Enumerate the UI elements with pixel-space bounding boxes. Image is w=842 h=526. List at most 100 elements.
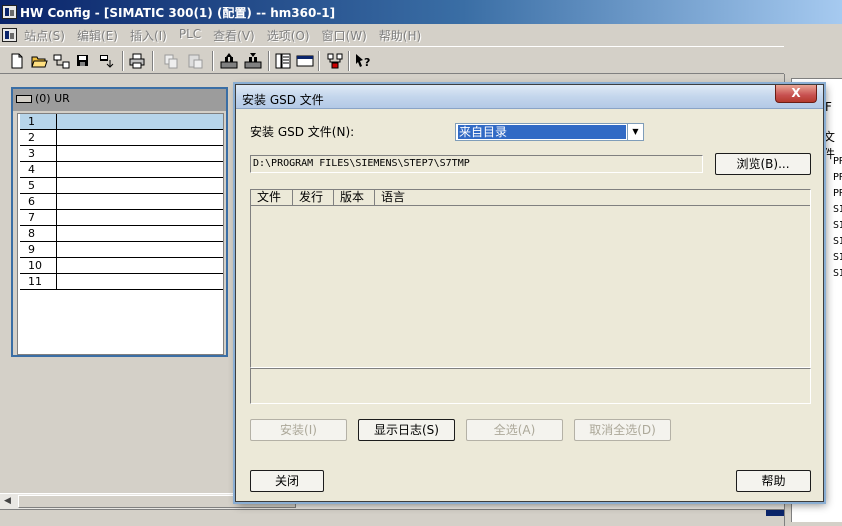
slot-number: 10 bbox=[28, 259, 42, 272]
chevron-down-icon[interactable]: ▼ bbox=[627, 124, 643, 140]
install-gsd-dialog: 安装 GSD 文件 X 安装 GSD 文件(N): 来自目录 ▼ D:\PROG… bbox=[235, 84, 824, 502]
download-module-icon[interactable] bbox=[244, 52, 262, 70]
slot-divider bbox=[56, 210, 57, 226]
app-icon bbox=[2, 5, 17, 19]
file-list-header: 文件 发行 版本 语言 bbox=[251, 190, 810, 206]
slot-number: 9 bbox=[28, 243, 35, 256]
slot-divider bbox=[56, 274, 57, 290]
slot-divider bbox=[56, 178, 57, 194]
catalog-item[interactable]: PR bbox=[833, 156, 842, 167]
catalog-icon[interactable] bbox=[274, 52, 292, 70]
rack-slot[interactable]: 8 bbox=[20, 226, 223, 242]
slot-divider bbox=[56, 146, 57, 162]
paste-icon[interactable] bbox=[186, 52, 204, 70]
dialog-title: 安装 GSD 文件 bbox=[242, 93, 324, 107]
log-area bbox=[250, 368, 811, 404]
slot-number: 6 bbox=[28, 195, 35, 208]
install-button[interactable]: 安装(I) bbox=[250, 419, 347, 441]
catalog-item[interactable]: PR bbox=[833, 172, 842, 183]
save-compile-icon[interactable] bbox=[74, 52, 92, 70]
dialog-title-bar[interactable]: 安装 GSD 文件 bbox=[236, 85, 823, 109]
monitor-icon[interactable] bbox=[296, 52, 314, 70]
download-icon[interactable] bbox=[98, 52, 116, 70]
menu-view[interactable]: 查看(V) bbox=[213, 27, 255, 44]
slot-number: 4 bbox=[28, 163, 35, 176]
slot-number: 2 bbox=[28, 131, 35, 144]
slot-divider bbox=[56, 194, 57, 210]
save-icon[interactable] bbox=[52, 52, 70, 70]
slot-divider bbox=[56, 162, 57, 178]
status-bar bbox=[0, 509, 784, 526]
catalog-item[interactable]: SI bbox=[833, 252, 842, 263]
copy-icon[interactable] bbox=[162, 52, 180, 70]
source-selected-value: 来自目录 bbox=[458, 125, 626, 139]
slot-number: 5 bbox=[28, 179, 35, 192]
rack-slot[interactable]: 9 bbox=[20, 242, 223, 258]
slot-divider bbox=[56, 226, 57, 242]
close-button[interactable]: 关闭 bbox=[250, 470, 324, 492]
rack-slot[interactable]: 4 bbox=[20, 162, 223, 178]
toolbar: ? bbox=[0, 46, 784, 74]
catalog-item[interactable]: SI bbox=[833, 268, 842, 279]
rack-header[interactable]: (0) UR bbox=[13, 89, 226, 111]
status-indicator bbox=[766, 510, 784, 516]
help-context-icon[interactable]: ? bbox=[354, 52, 372, 70]
install-source-label: 安装 GSD 文件(N): bbox=[250, 125, 355, 139]
source-select[interactable]: 来自目录 ▼ bbox=[455, 123, 644, 141]
menu-insert[interactable]: 插入(I) bbox=[130, 27, 167, 44]
rack-slot[interactable]: 3 bbox=[20, 146, 223, 162]
toolbar-separator bbox=[122, 51, 124, 71]
rack-slot[interactable]: 2 bbox=[20, 130, 223, 146]
open-icon[interactable] bbox=[30, 52, 48, 70]
menu-help[interactable]: 帮助(H) bbox=[379, 27, 421, 44]
print-icon[interactable] bbox=[128, 52, 146, 70]
menu-edit[interactable]: 编辑(E) bbox=[77, 27, 118, 44]
menu-window[interactable]: 窗口(W) bbox=[322, 27, 367, 44]
slot-divider bbox=[56, 130, 57, 146]
network-icon[interactable] bbox=[326, 52, 344, 70]
new-icon[interactable] bbox=[8, 52, 26, 70]
rack-slot[interactable]: 5 bbox=[20, 178, 223, 194]
select-all-button[interactable]: 全选(A) bbox=[466, 419, 563, 441]
window-title: HW Config - [SIMATIC 300(1) (配置) -- hm36… bbox=[20, 6, 336, 20]
close-icon[interactable]: X bbox=[775, 85, 817, 103]
scroll-left-icon[interactable]: ◀ bbox=[4, 496, 11, 506]
column-file[interactable]: 文件 bbox=[251, 190, 293, 206]
column-release[interactable]: 发行 bbox=[293, 190, 334, 206]
gsd-file-list[interactable]: 文件 发行 版本 语言 bbox=[250, 189, 811, 368]
toolbar-separator bbox=[152, 51, 154, 71]
directory-path-field[interactable]: D:\PROGRAM FILES\SIEMENS\STEP7\S7TMP bbox=[250, 155, 703, 173]
help-button[interactable]: 帮助 bbox=[736, 470, 811, 492]
column-language[interactable]: 语言 bbox=[375, 190, 810, 206]
show-log-button[interactable]: 显示日志(S) bbox=[358, 419, 455, 441]
toolbar-separator bbox=[212, 51, 214, 71]
rack-slot[interactable]: 1 bbox=[20, 114, 223, 130]
menu-options[interactable]: 选项(O) bbox=[267, 27, 310, 44]
rack-slot-table: 1 2 3 4 5 6 7 8 9 10 11 bbox=[17, 113, 224, 355]
slot-number: 7 bbox=[28, 211, 35, 224]
menu-station[interactable]: 站点(S) bbox=[24, 27, 65, 44]
document-icon[interactable] bbox=[2, 28, 17, 42]
main-title-bar[interactable]: HW Config - [SIMATIC 300(1) (配置) -- hm36… bbox=[0, 0, 842, 24]
rack-window[interactable]: (0) UR 1 2 3 4 5 6 7 8 9 10 11 bbox=[11, 87, 228, 357]
rack-slot[interactable]: 6 bbox=[20, 194, 223, 210]
rack-slot[interactable]: 11 bbox=[20, 274, 223, 290]
slot-number: 1 bbox=[28, 115, 35, 128]
catalog-item[interactable]: PR bbox=[833, 188, 842, 199]
toolbar-separator bbox=[348, 51, 350, 71]
catalog-item[interactable]: SI bbox=[833, 204, 842, 215]
menu-plc[interactable]: PLC bbox=[179, 27, 201, 44]
catalog-item[interactable]: SI bbox=[833, 220, 842, 231]
deselect-all-button[interactable]: 取消全选(D) bbox=[574, 419, 671, 441]
rack-slot[interactable]: 10 bbox=[20, 258, 223, 274]
slot-divider bbox=[56, 242, 57, 258]
slot-divider bbox=[56, 114, 57, 130]
upload-icon[interactable] bbox=[220, 52, 238, 70]
rack-label: (0) UR bbox=[35, 92, 70, 105]
rack-icon bbox=[16, 95, 32, 103]
rack-slot[interactable]: 7 bbox=[20, 210, 223, 226]
menu-bar: 站点(S) 编辑(E) 插入(I) PLC 查看(V) 选项(O) 窗口(W) … bbox=[0, 24, 842, 46]
catalog-item[interactable]: SI bbox=[833, 236, 842, 247]
browse-button[interactable]: 浏览(B)... bbox=[715, 153, 811, 175]
column-version[interactable]: 版本 bbox=[334, 190, 375, 206]
